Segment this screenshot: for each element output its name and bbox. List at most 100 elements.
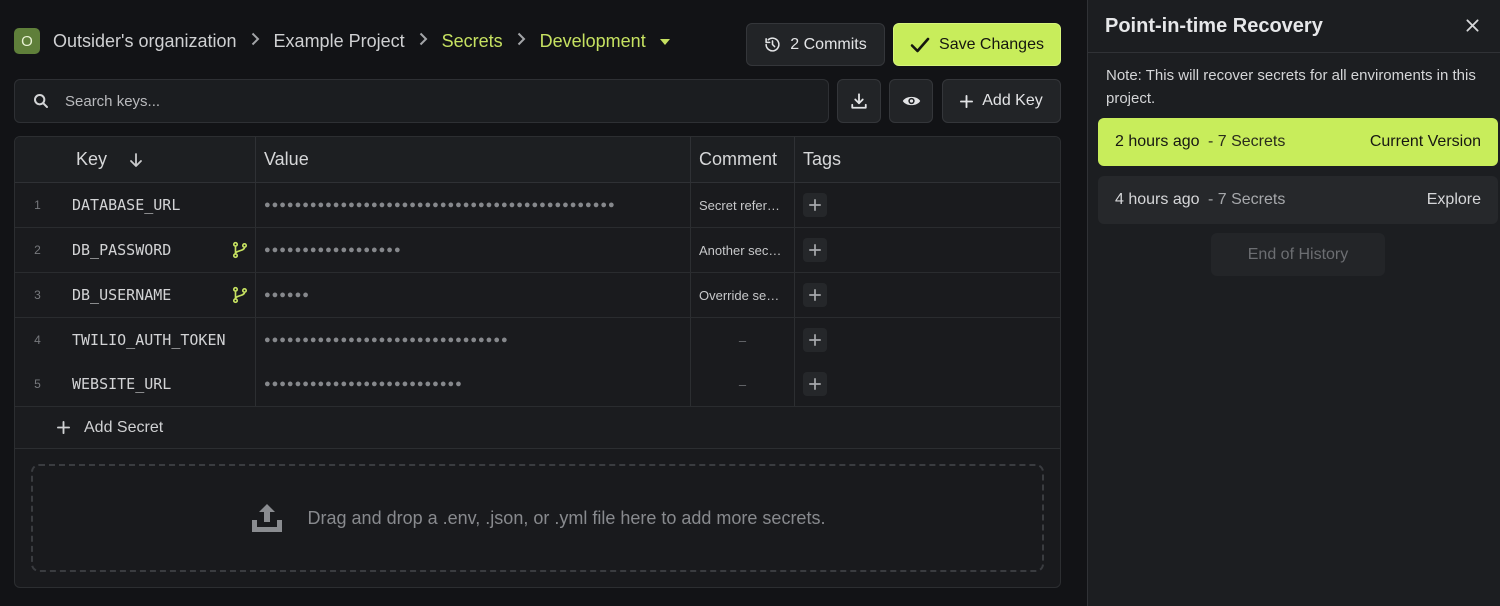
secrets-table: Key Value Comment Tags 1 DATABASE_URL ●●…: [14, 136, 1061, 588]
column-key[interactable]: Key: [15, 137, 256, 182]
tags-cell: [795, 362, 1060, 406]
secret-value-masked[interactable]: ●●●●●●●●●●●●●●●●●●: [256, 228, 691, 272]
version-time: 2 hours ago: [1115, 133, 1200, 150]
chevron-right-icon: [517, 32, 526, 51]
secret-key[interactable]: DATABASE_URL: [60, 183, 256, 227]
environment-selector[interactable]: Development: [540, 31, 646, 52]
breadcrumb: O Outsider's organization Example Projec…: [14, 26, 670, 56]
plus-icon: [809, 378, 821, 390]
commits-button[interactable]: 2 Commits: [746, 23, 885, 66]
secrets-main: O Outsider's organization Example Projec…: [0, 0, 1087, 606]
plus-icon: [57, 421, 70, 434]
secret-key-text: TWILIO_AUTH_TOKEN: [72, 331, 226, 349]
secret-comment[interactable]: –: [691, 362, 795, 406]
table-row[interactable]: 1 DATABASE_URL ●●●●●●●●●●●●●●●●●●●●●●●●●…: [15, 183, 1060, 228]
close-icon: [1465, 18, 1479, 32]
version-secrets-count: - 7 Secrets: [1207, 191, 1286, 208]
secret-key-text: WEBSITE_URL: [72, 375, 172, 393]
org-avatar[interactable]: O: [14, 28, 40, 54]
tags-cell: [795, 273, 1060, 317]
caret-down-icon[interactable]: [659, 38, 670, 45]
version-time: 4 hours ago: [1115, 191, 1200, 208]
add-tag-button[interactable]: [803, 238, 827, 262]
column-comment: Comment: [691, 137, 795, 182]
panel-title: Point-in-time Recovery: [1105, 14, 1323, 37]
table-header: Key Value Comment Tags: [15, 137, 1060, 183]
secret-key[interactable]: TWILIO_AUTH_TOKEN: [60, 318, 256, 362]
secret-key[interactable]: DB_USERNAME: [60, 273, 256, 317]
secret-key[interactable]: DB_PASSWORD: [60, 228, 256, 272]
column-tags: Tags: [795, 137, 1060, 182]
secret-value-masked[interactable]: ●●●●●●●●●●●●●●●●●●●●●●●●●●: [256, 362, 691, 406]
explore-version-button[interactable]: Explore: [1427, 191, 1481, 209]
version-item[interactable]: 4 hours ago - 7 Secrets Explore: [1098, 176, 1498, 224]
search-input[interactable]: [65, 92, 805, 110]
secret-value-masked[interactable]: ●●●●●●●●●●●●●●●●●●●●●●●●●●●●●●●●●●●●●●●●…: [256, 183, 691, 227]
add-tag-button[interactable]: [803, 193, 827, 217]
history-icon: [765, 37, 780, 52]
plus-icon: [960, 94, 974, 108]
secret-key-text: DB_PASSWORD: [72, 241, 172, 259]
branch-icon[interactable]: [231, 286, 249, 304]
table-row[interactable]: 4 TWILIO_AUTH_TOKEN ●●●●●●●●●●●●●●●●●●●●…: [15, 318, 1060, 363]
add-tag-button[interactable]: [803, 283, 827, 307]
secret-comment[interactable]: Override se…: [691, 273, 795, 317]
add-tag-button[interactable]: [803, 372, 827, 396]
close-panel-button[interactable]: [1462, 15, 1482, 35]
chevron-right-icon: [419, 32, 428, 51]
chevron-right-icon: [251, 32, 260, 51]
table-row[interactable]: 2 DB_PASSWORD ●●●●●●●●●●●●●●●●●● Another…: [15, 228, 1060, 273]
row-number: 5: [34, 377, 41, 391]
secret-comment[interactable]: –: [691, 318, 795, 362]
table-row[interactable]: 5 WEBSITE_URL ●●●●●●●●●●●●●●●●●●●●●●●●●●…: [15, 362, 1060, 407]
plus-icon: [809, 289, 821, 301]
current-version-label: Current Version: [1369, 133, 1481, 150]
tags-cell: [795, 228, 1060, 272]
download-icon: [851, 93, 867, 109]
column-comment-label: Comment: [699, 149, 778, 169]
add-tag-button[interactable]: [803, 328, 827, 352]
file-dropzone[interactable]: Drag and drop a .env, .json, or .yml fil…: [31, 464, 1044, 572]
add-key-label: Add Key: [982, 92, 1043, 109]
add-secret-label: Add Secret: [84, 418, 164, 436]
breadcrumb-section[interactable]: Secrets: [442, 31, 503, 52]
eye-icon: [902, 96, 920, 106]
breadcrumb-project[interactable]: Example Project: [274, 31, 405, 52]
panel-note: Note: This will recover secrets for all …: [1106, 67, 1476, 107]
tags-cell: [795, 183, 1060, 227]
table-row[interactable]: 3 DB_USERNAME ●●●●●● Override se…: [15, 273, 1060, 318]
version-info: 2 hours ago - 7 Secrets: [1115, 133, 1285, 151]
end-of-history-button: End of History: [1211, 233, 1385, 276]
row-number: 3: [34, 288, 41, 302]
plus-icon: [809, 199, 821, 211]
secret-comment[interactable]: Another sec…: [691, 228, 795, 272]
add-secret-button[interactable]: Add Secret: [15, 407, 1060, 449]
download-button[interactable]: [837, 79, 881, 123]
row-number: 2: [34, 243, 41, 257]
plus-icon: [809, 244, 821, 256]
save-changes-button[interactable]: Save Changes: [893, 23, 1061, 66]
search-icon: [34, 94, 48, 108]
secret-key-text: DATABASE_URL: [72, 196, 181, 214]
row-number: 1: [34, 198, 41, 212]
secret-key[interactable]: WEBSITE_URL: [60, 362, 256, 406]
tags-cell: [795, 318, 1060, 362]
dropzone-text: Drag and drop a .env, .json, or .yml fil…: [307, 507, 826, 528]
secret-key-text: DB_USERNAME: [72, 286, 172, 304]
version-item-current[interactable]: 2 hours ago - 7 Secrets Current Version: [1098, 118, 1498, 166]
secret-value-masked[interactable]: ●●●●●●●●●●●●●●●●●●●●●●●●●●●●●●●●: [256, 318, 691, 362]
secret-comment[interactable]: Secret refer…: [691, 183, 795, 227]
column-value-label: Value: [264, 149, 309, 169]
plus-icon: [809, 334, 821, 346]
reveal-values-button[interactable]: [889, 79, 933, 123]
secret-value-masked[interactable]: ●●●●●●: [256, 273, 691, 317]
check-icon: [910, 37, 930, 52]
column-value: Value: [256, 137, 691, 182]
branch-icon[interactable]: [231, 241, 249, 259]
version-secrets-count: - 7 Secrets: [1207, 133, 1286, 150]
breadcrumb-organization[interactable]: Outsider's organization: [53, 31, 237, 52]
upload-icon: [251, 504, 282, 532]
sort-arrow-icon[interactable]: [129, 152, 143, 168]
add-key-button[interactable]: Add Key: [942, 79, 1061, 123]
search-bar: [14, 79, 829, 123]
